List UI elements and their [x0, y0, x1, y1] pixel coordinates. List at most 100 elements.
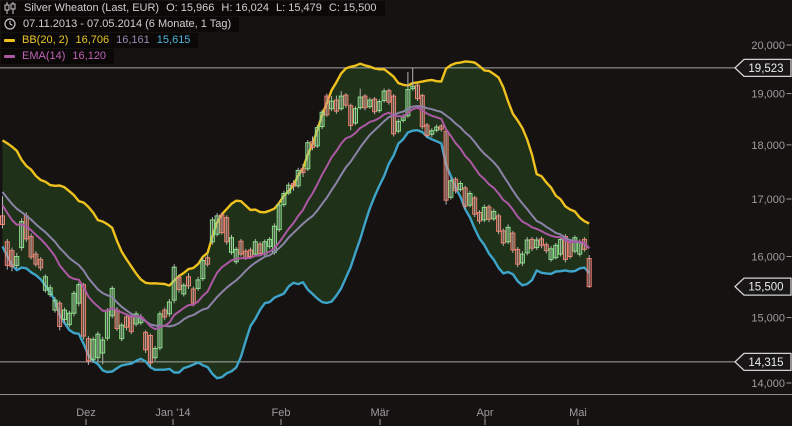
candle-down: [373, 99, 377, 112]
ema-indicator-row[interactable]: EMA(14) 16,120: [1, 49, 114, 64]
candle-down: [144, 332, 148, 350]
candle-up: [377, 102, 381, 111]
candle-up: [506, 227, 510, 242]
candle-up: [77, 285, 81, 304]
candle-up: [492, 211, 496, 218]
candlestick-icon: [4, 2, 17, 14]
candle-down: [568, 242, 572, 257]
candle-down: [225, 218, 229, 242]
candle-up: [525, 240, 529, 253]
candle-up: [549, 249, 553, 260]
svg-text:14,315: 14,315: [748, 357, 783, 369]
candle-up: [72, 293, 76, 313]
instrument-legend-row: Silver Wheaton (Last, EUR) O:15,966 H:16…: [1, 1, 385, 16]
candle-up: [196, 280, 200, 289]
candle-up: [277, 205, 281, 229]
candle-up: [368, 100, 372, 107]
candle-down: [425, 125, 429, 135]
y-tick-label: 19,000: [751, 89, 785, 101]
bb-indicator-row[interactable]: BB(20, 2) 16,706 16,161 15,615: [1, 33, 198, 48]
y-tick-label: 15,000: [751, 313, 785, 325]
candle-up: [153, 349, 157, 358]
candle-up: [167, 302, 171, 314]
candle-down: [58, 303, 62, 326]
candle-up: [48, 288, 52, 295]
candle-up: [101, 340, 105, 353]
candle-down: [34, 254, 38, 264]
candle-down: [301, 169, 305, 173]
candle-up: [210, 220, 214, 242]
ohlc-open: O:15,966: [166, 2, 214, 14]
date-range-label: 07.11.2013 - 07.05.2014 (6 Monate, 1 Tag…: [23, 18, 231, 30]
bb-line-swatch: [4, 39, 15, 42]
candle-down: [177, 277, 181, 289]
candle-up: [339, 96, 343, 109]
candle-down: [501, 231, 505, 243]
candle-up: [430, 131, 434, 135]
candle-up: [358, 97, 362, 108]
bb-lower-value: 15,615: [157, 34, 191, 46]
candle-down: [129, 317, 133, 332]
candle-down: [82, 285, 86, 336]
candle-down: [311, 142, 315, 148]
candle-up: [330, 101, 334, 109]
candle-down: [363, 96, 367, 108]
candle-up: [315, 128, 319, 146]
candle-up: [306, 143, 310, 169]
candle-up: [43, 277, 47, 290]
candle-down: [187, 277, 191, 286]
candle-up: [382, 91, 386, 101]
candle-up: [120, 325, 124, 339]
candle-down: [10, 251, 14, 267]
candle-down: [220, 215, 224, 233]
candle-up: [396, 121, 400, 131]
candle-up: [554, 245, 558, 257]
candle-up: [449, 181, 453, 198]
y-tick-label: 14,000: [751, 378, 785, 390]
candle-down: [444, 131, 448, 200]
candle-up: [520, 254, 524, 263]
svg-text:15,500: 15,500: [748, 282, 783, 294]
month-label: Jan '14: [155, 407, 190, 419]
candle-down: [530, 239, 534, 248]
bb-label: BB(20, 2): [22, 34, 68, 46]
y-tick-label: 20,000: [751, 40, 785, 52]
y-tick-label: 16,000: [751, 252, 785, 264]
candle-up: [253, 242, 257, 254]
candle-down: [511, 233, 515, 250]
candle-down: [244, 251, 248, 258]
candle-up: [172, 267, 176, 300]
candle-up: [411, 86, 415, 89]
candle-up: [15, 257, 19, 266]
candle-down: [148, 336, 152, 363]
candle-down: [540, 239, 544, 245]
candle-down: [5, 242, 9, 266]
candle-down: [206, 258, 210, 265]
svg-text:19,523: 19,523: [748, 63, 783, 75]
candle-up: [320, 112, 324, 126]
last-price-badge: 15,500: [735, 278, 791, 295]
candle-down: [497, 216, 501, 231]
candle-up: [354, 109, 358, 123]
ema-line-swatch: [4, 55, 15, 58]
candle-down: [249, 250, 253, 257]
candle-down: [473, 198, 477, 214]
candle-up: [105, 311, 109, 338]
month-label: Mai: [569, 407, 587, 419]
candle-down: [86, 339, 90, 361]
candle-down: [163, 310, 167, 317]
date-range-row: 07.11.2013 - 07.05.2014 (6 Monate, 1 Tag…: [1, 17, 239, 32]
candle-up: [435, 127, 439, 130]
candle-down: [292, 184, 296, 187]
candle-up: [535, 240, 539, 248]
candle-down: [239, 241, 243, 254]
candle-up: [458, 184, 462, 190]
price-level-badge: 14,315: [735, 353, 791, 370]
bb-upper-value: 16,706: [75, 34, 109, 46]
candle-up: [268, 239, 272, 246]
chart-window: DezJan '14FebMärAprMai20,00019,00018,000…: [0, 0, 792, 426]
candle-up: [482, 207, 486, 220]
candle-down: [191, 289, 195, 303]
candle-up: [559, 239, 563, 254]
candle-down: [325, 96, 329, 115]
